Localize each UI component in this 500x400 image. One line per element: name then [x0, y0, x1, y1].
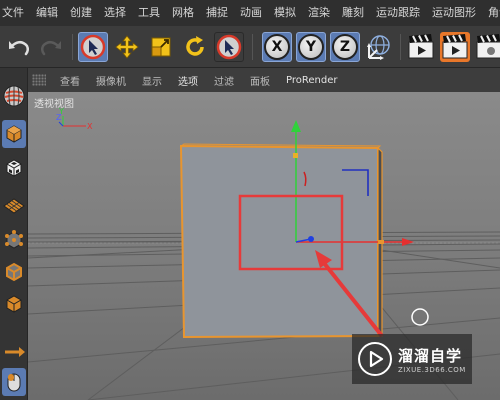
watermark-title: 溜溜自学 — [398, 346, 463, 365]
live-selection-button[interactable] — [78, 32, 108, 62]
axis-mode-icon — [5, 347, 25, 357]
menu-item[interactable]: 文件 — [0, 0, 30, 26]
mode-palette — [0, 68, 28, 400]
coordinate-system-button[interactable] — [364, 32, 394, 62]
menu-item[interactable]: 雕刻 — [336, 0, 370, 26]
edges-mode-button[interactable] — [2, 258, 26, 286]
z-axis-lock-button[interactable]: Z — [330, 32, 360, 62]
menu-item[interactable]: 工具 — [132, 0, 166, 26]
recent-tool-button[interactable] — [214, 32, 244, 62]
y-axis-handle[interactable] — [293, 153, 298, 158]
scale-icon — [151, 37, 171, 57]
viewport-menu-item[interactable]: ProRender — [278, 75, 345, 86]
points-mode-icon — [5, 230, 23, 249]
texture-mode-icon — [6, 159, 22, 177]
menu-item[interactable]: 创建 — [64, 0, 98, 26]
polygons-mode-button[interactable] — [2, 290, 26, 318]
cube-object[interactable] — [179, 143, 383, 339]
render-to-picture-viewer-button[interactable] — [440, 32, 470, 62]
move-icon — [115, 35, 139, 59]
workplane-icon — [3, 198, 25, 214]
viewport-menu-item[interactable]: 摄像机 — [88, 73, 134, 88]
menu-item[interactable]: 捕捉 — [200, 0, 234, 26]
menu-item[interactable]: 网格 — [166, 0, 200, 26]
menu-item[interactable]: 运动图形 — [426, 0, 482, 26]
points-mode-button[interactable] — [2, 226, 26, 254]
model-mode-button[interactable] — [2, 120, 26, 148]
render-view-icon — [408, 34, 434, 59]
workplane-button[interactable] — [2, 192, 26, 220]
viewport-menu: 查看 摄像机 显示 选项 过滤 面板 ProRender — [28, 68, 500, 92]
viewport-label: 透视视图 — [34, 99, 74, 110]
viewport-menu-item[interactable]: 过滤 — [206, 73, 242, 88]
y-axis-lock-icon: Y — [298, 34, 324, 60]
play-logo-icon — [369, 350, 384, 368]
viewport-menu-item[interactable]: 选项 — [170, 73, 206, 88]
menu-bar: 文件编辑创建选择工具网格捕捉动画模拟渲染雕刻运动跟踪运动图形角色 — [0, 0, 500, 26]
snap-icon — [7, 373, 21, 392]
render-view-button[interactable] — [406, 32, 436, 62]
x-axis-lock-button[interactable]: X — [262, 32, 292, 62]
undo-icon — [9, 41, 30, 56]
viewport-menu-item[interactable]: 查看 — [52, 73, 88, 88]
z-axis-lock-icon: Z — [332, 34, 358, 60]
render-settings-icon — [476, 34, 500, 59]
recent-tool-icon — [216, 34, 242, 60]
edges-mode-icon — [6, 262, 22, 282]
toolbar-divider — [400, 34, 401, 60]
coordinate-system-icon — [367, 35, 390, 60]
x-axis-handle[interactable] — [378, 240, 384, 244]
tool-bar: X Y Z — [0, 26, 500, 68]
rotate-icon — [186, 36, 204, 56]
make-editable-button[interactable] — [2, 82, 26, 110]
toolbar-divider — [72, 34, 73, 60]
scale-button[interactable] — [146, 32, 176, 62]
render-to-picture-viewer-icon — [442, 34, 468, 59]
redo-icon — [40, 41, 61, 56]
x-axis-lock-icon: X — [264, 34, 290, 60]
texture-mode-button[interactable] — [2, 154, 26, 182]
menu-item[interactable]: 运动跟踪 — [370, 0, 426, 26]
menu-item[interactable]: 模拟 — [268, 0, 302, 26]
render-settings-button[interactable] — [474, 32, 500, 62]
orientation-x-label: X — [87, 122, 93, 131]
menu-item[interactable]: 编辑 — [30, 0, 64, 26]
polygons-mode-icon — [6, 295, 22, 313]
panel-grip-icon[interactable] — [32, 74, 46, 86]
menu-item[interactable]: 角色 — [482, 0, 500, 26]
viewport-menu-item[interactable]: 显示 — [134, 73, 170, 88]
move-button[interactable] — [112, 32, 142, 62]
watermark-url: ZIXUE.3D66.COM — [398, 365, 466, 374]
axis-mode-button[interactable] — [2, 338, 26, 366]
menu-item[interactable]: 选择 — [98, 0, 132, 26]
menu-item[interactable]: 渲染 — [302, 0, 336, 26]
viewport-menu-item[interactable]: 面板 — [242, 73, 278, 88]
rotate-button[interactable] — [180, 32, 210, 62]
watermark: 溜溜自学 ZIXUE.3D66.COM — [352, 334, 472, 384]
make-editable-icon — [3, 85, 25, 107]
toolbar-divider — [252, 34, 253, 60]
redo-button[interactable] — [36, 32, 66, 62]
model-mode-icon — [6, 125, 22, 143]
live-selection-icon — [80, 34, 106, 60]
menu-item[interactable]: 动画 — [234, 0, 268, 26]
snap-button[interactable] — [2, 368, 26, 396]
y-axis-lock-button[interactable]: Y — [296, 32, 326, 62]
watermark-logo — [358, 342, 392, 376]
undo-button[interactable] — [4, 32, 34, 62]
